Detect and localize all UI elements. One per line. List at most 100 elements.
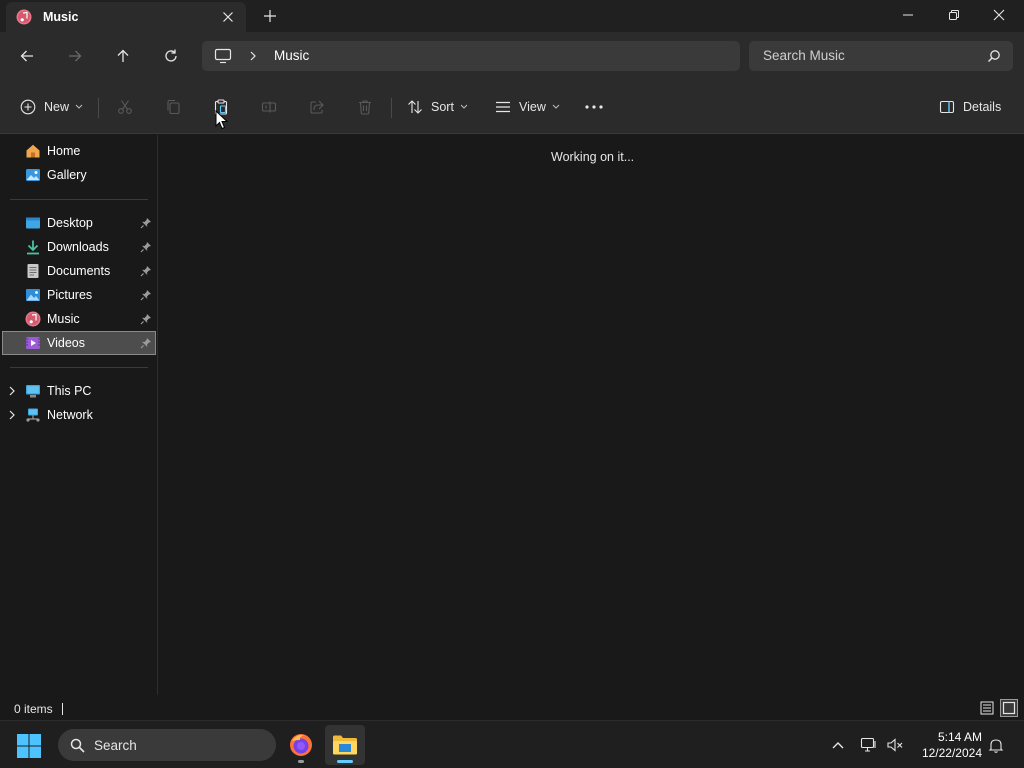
search-input[interactable]: Search Music <box>749 41 1013 71</box>
windows-start-icon[interactable] <box>16 733 42 759</box>
new-button[interactable]: New <box>20 95 83 119</box>
tab-music[interactable]: Music <box>6 2 246 32</box>
divider <box>62 703 63 715</box>
pin-icon[interactable] <box>140 265 152 277</box>
restore-button[interactable] <box>931 0 977 30</box>
details-view-icon <box>980 701 994 715</box>
navigation-pane: Home Gallery Desktop Downloads Documents… <box>0 135 157 695</box>
computer-icon <box>214 48 232 64</box>
divider <box>391 98 392 118</box>
close-window-button[interactable] <box>976 0 1022 30</box>
bell-icon <box>988 739 1004 753</box>
arrow-up-icon <box>117 49 129 62</box>
sidebar-item-music[interactable]: Music <box>2 307 156 331</box>
pictures-folder-icon <box>26 289 40 301</box>
taskbar-file-explorer[interactable] <box>325 725 365 765</box>
item-count: 0 items <box>14 702 53 716</box>
minimize-icon <box>903 14 913 16</box>
refresh-button[interactable] <box>159 44 183 68</box>
share-button[interactable] <box>309 95 325 119</box>
address-bar[interactable]: Music <box>202 41 740 71</box>
pin-icon[interactable] <box>140 313 152 325</box>
sidebar-item-label: This PC <box>47 384 92 398</box>
sidebar-item-network[interactable]: Network <box>2 403 156 427</box>
sidebar-item-home[interactable]: Home <box>2 139 156 163</box>
cut-button[interactable] <box>117 95 133 119</box>
chevron-right-icon[interactable] <box>8 386 16 396</box>
gallery-icon <box>26 169 40 181</box>
new-label: New <box>44 100 70 114</box>
downloads-folder-icon <box>27 240 39 255</box>
pin-icon[interactable] <box>140 241 152 253</box>
copy-button[interactable] <box>165 95 181 119</box>
back-button[interactable] <box>15 44 39 68</box>
forward-button[interactable] <box>63 44 87 68</box>
chevron-up-icon <box>832 742 844 749</box>
network-tray-icon <box>860 737 876 752</box>
sidebar-item-desktop[interactable]: Desktop <box>2 211 156 235</box>
music-folder-icon <box>25 311 41 327</box>
file-list-area[interactable] <box>158 135 1024 695</box>
tiles-view-icon <box>1002 701 1016 715</box>
more-options-button[interactable] <box>584 95 604 119</box>
show-hidden-icons-button[interactable] <box>829 736 847 754</box>
chevron-right-icon[interactable] <box>248 50 258 62</box>
sidebar-item-pictures[interactable]: Pictures <box>2 283 156 307</box>
trash-icon <box>359 100 371 115</box>
loading-message: Working on it... <box>551 150 635 164</box>
taskbar-search-box[interactable]: Search <box>58 729 276 761</box>
music-folder-icon <box>16 9 32 25</box>
delete-button[interactable] <box>357 95 373 119</box>
restore-icon <box>949 10 959 20</box>
chevron-right-icon[interactable] <box>8 410 16 420</box>
videos-folder-icon <box>26 337 40 349</box>
network-status-button[interactable] <box>860 736 878 754</box>
sidebar-item-videos[interactable]: Videos <box>2 331 156 355</box>
pin-icon[interactable] <box>140 289 152 301</box>
more-icon <box>585 105 603 109</box>
search-icon <box>988 50 1000 62</box>
sidebar-item-this-pc[interactable]: This PC <box>2 379 156 403</box>
running-indicator <box>298 760 304 763</box>
details-view-button[interactable] <box>978 699 996 717</box>
active-indicator <box>337 760 353 763</box>
network-icon <box>26 408 40 422</box>
taskbar-search-label: Search <box>94 738 137 753</box>
file-explorer-window: Music Music Search Music New Sort View D… <box>0 0 1024 720</box>
view-list-icon <box>496 101 510 113</box>
volume-button[interactable] <box>886 736 904 754</box>
details-pane-icon <box>939 100 955 114</box>
sidebar-item-gallery[interactable]: Gallery <box>2 163 156 187</box>
rename-button[interactable] <box>261 95 277 119</box>
view-button[interactable]: View <box>495 95 560 119</box>
breadcrumb-music[interactable]: Music <box>274 48 309 63</box>
pin-icon[interactable] <box>140 217 152 229</box>
address-toolbar: Music Search Music <box>0 32 1024 80</box>
sidebar-item-downloads[interactable]: Downloads <box>2 235 156 259</box>
chevron-down-icon <box>75 104 83 109</box>
command-bar: New Sort View Details <box>0 80 1024 134</box>
search-icon <box>70 738 85 753</box>
close-tab-icon[interactable] <box>220 9 236 25</box>
sidebar-item-documents[interactable]: Documents <box>2 259 156 283</box>
taskbar-firefox[interactable] <box>281 725 321 765</box>
divider <box>98 98 99 118</box>
view-label: View <box>519 100 546 114</box>
up-button[interactable] <box>111 44 135 68</box>
notifications-button[interactable] <box>987 736 1005 754</box>
chevron-down-icon <box>460 104 468 109</box>
sidebar-item-label: Pictures <box>47 288 93 302</box>
taskbar-clock[interactable]: 5:14 AM 12/22/2024 <box>922 729 982 761</box>
details-pane-button[interactable]: Details <box>939 95 1001 119</box>
sidebar-item-label: Downloads <box>47 240 109 254</box>
sort-button[interactable]: Sort <box>407 95 468 119</box>
plus-circle-icon <box>20 99 36 115</box>
divider <box>10 367 148 368</box>
new-tab-icon[interactable] <box>262 8 278 24</box>
chevron-down-icon <box>552 104 560 109</box>
large-icons-view-button[interactable] <box>1000 699 1018 717</box>
speaker-muted-icon <box>887 738 903 752</box>
minimize-button[interactable] <box>885 0 931 30</box>
pin-icon[interactable] <box>140 337 152 349</box>
arrow-right-icon <box>69 50 82 62</box>
